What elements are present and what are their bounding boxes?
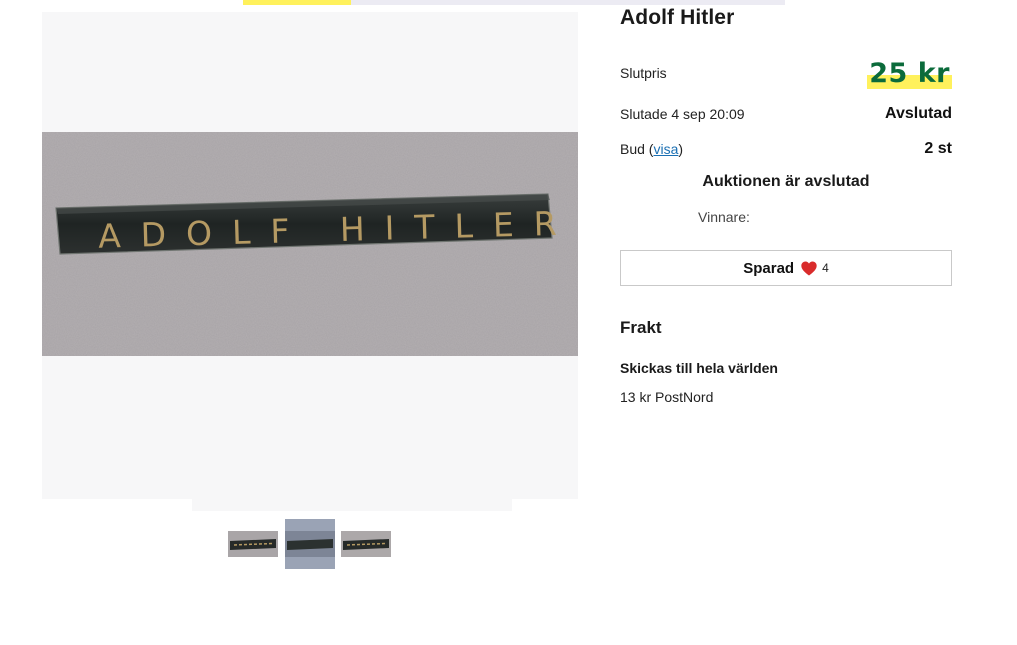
bids-label: Bud (visa) bbox=[620, 141, 683, 157]
thumbnail-strip bbox=[228, 519, 398, 569]
heart-icon bbox=[801, 261, 817, 275]
gallery-divider-left bbox=[42, 499, 192, 511]
final-price-label: Slutpris bbox=[620, 65, 667, 81]
item-title: Adolf Hitler bbox=[620, 6, 735, 29]
item-info-panel: Adolf Hitler Slutpris 25 kr Slutade 4 se… bbox=[620, 0, 952, 645]
auction-ended-message: Auktionen är avslutad bbox=[702, 173, 870, 190]
thumbnail-image bbox=[228, 531, 278, 557]
final-price-row: Slutpris 25 kr bbox=[620, 56, 952, 90]
bids-label-prefix: Bud ( bbox=[620, 141, 654, 157]
saved-count: 4 bbox=[822, 261, 829, 275]
winner-label: Vinnare: bbox=[698, 209, 750, 225]
saved-button-label: Sparad bbox=[743, 259, 795, 277]
end-time-label: Slutade 4 sep 20:09 bbox=[620, 106, 745, 122]
thumbnail[interactable] bbox=[341, 519, 391, 569]
auction-page: ADOLF HITLER Adolf Hitler Slutpris 25 kr… bbox=[0, 0, 1017, 645]
auction-status: Avslutad bbox=[885, 105, 952, 122]
bids-count: 2 st bbox=[924, 140, 952, 157]
shipping-destination: Skickas till hela världen bbox=[620, 360, 778, 376]
bids-row: Bud (visa) 2 st bbox=[620, 139, 952, 159]
shipping-heading: Frakt bbox=[620, 318, 662, 337]
thumbnail-image bbox=[341, 531, 391, 557]
thumbnail[interactable] bbox=[228, 519, 278, 569]
main-item-photo[interactable]: ADOLF HITLER bbox=[42, 132, 578, 356]
end-time-row: Slutade 4 sep 20:09 Avslutad bbox=[620, 104, 952, 124]
final-price-value: 25 kr bbox=[867, 57, 952, 89]
saved-button[interactable]: Sparad 4 bbox=[620, 250, 952, 286]
gallery-divider-right bbox=[512, 499, 578, 511]
thumbnail-image bbox=[285, 531, 335, 557]
bids-label-suffix: ) bbox=[678, 141, 684, 157]
scroll-progress-fill bbox=[243, 0, 352, 5]
image-gallery[interactable]: ADOLF HITLER bbox=[42, 12, 578, 511]
show-bids-link[interactable]: visa bbox=[653, 141, 678, 157]
shipping-option: 13 kr PostNord bbox=[620, 389, 714, 405]
thumbnail-active[interactable] bbox=[285, 519, 335, 569]
